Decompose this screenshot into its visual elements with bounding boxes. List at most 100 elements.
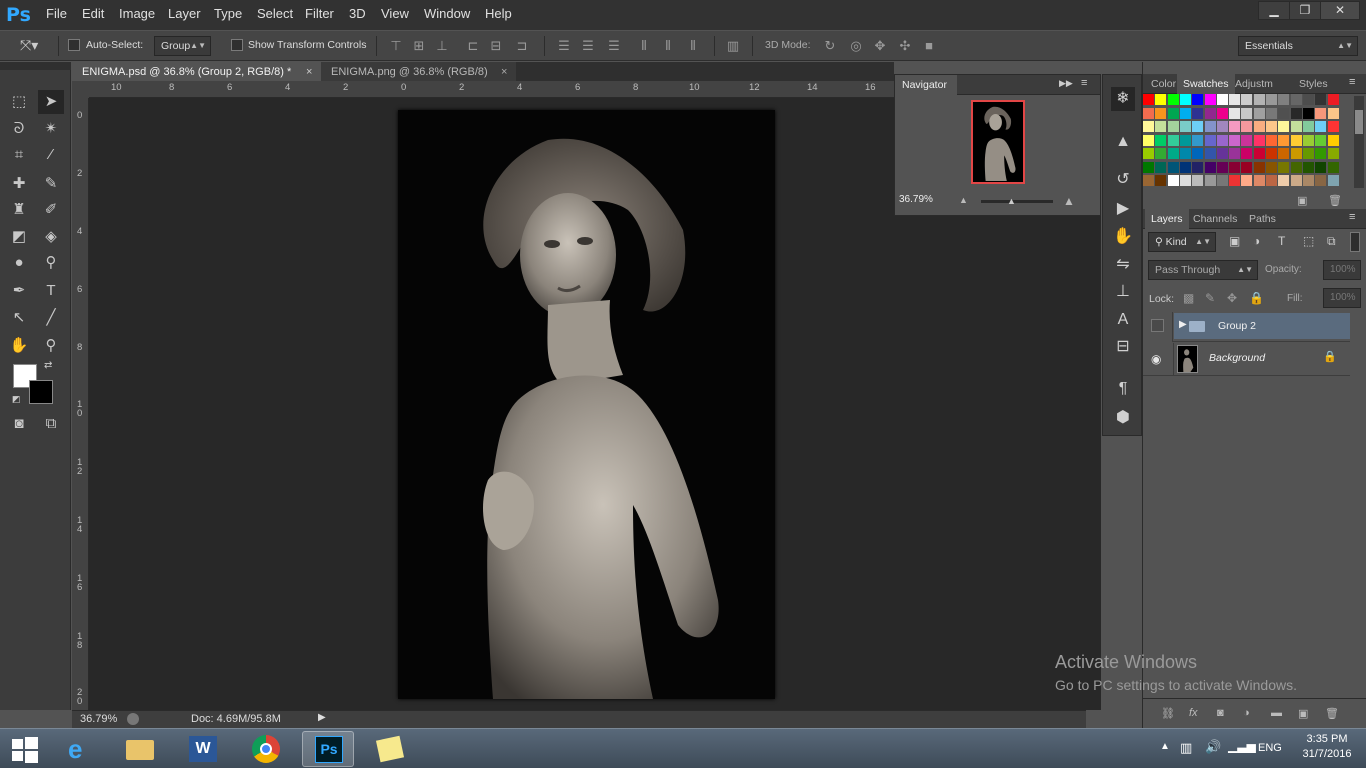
move-tool-preset-icon[interactable]: ⤧▾ — [20, 37, 38, 54]
expand-arrow-icon[interactable]: ▶ — [1179, 319, 1187, 330]
swatch[interactable] — [1327, 148, 1339, 159]
network-icon[interactable]: ▥ — [1180, 740, 1192, 756]
distribute-right-icon[interactable]: ⫴ — [685, 38, 701, 54]
menu-file[interactable]: File — [46, 6, 67, 22]
3d-rotate-icon[interactable]: ↻ — [822, 38, 838, 54]
swap-colors-icon[interactable]: ⇄ — [44, 360, 52, 371]
navigator-thumbnail[interactable] — [971, 100, 1025, 184]
distribute-top-icon[interactable]: ☰ — [556, 38, 572, 54]
swatch[interactable] — [1167, 148, 1179, 159]
swatch[interactable] — [1155, 94, 1167, 105]
lasso-tool-icon[interactable]: ᘐ — [6, 117, 32, 141]
new-layer-icon[interactable]: ▣ — [1298, 707, 1308, 720]
swatch[interactable] — [1266, 148, 1277, 159]
swatch[interactable] — [1192, 107, 1204, 119]
swatches-scrollbar[interactable] — [1354, 96, 1364, 188]
swatch[interactable] — [1192, 134, 1204, 146]
swatch[interactable] — [1278, 148, 1290, 159]
swatch[interactable] — [1216, 134, 1228, 146]
swatch[interactable] — [1155, 175, 1167, 186]
tab-enigma-png[interactable]: ENIGMA.png @ 36.8% (RGB/8) × — [321, 62, 516, 82]
menu-window[interactable]: Window — [424, 6, 470, 22]
layer-row-group2[interactable]: ▶ Group 2 — [1143, 312, 1350, 342]
swatch[interactable] — [1179, 134, 1191, 146]
swatch[interactable] — [1290, 107, 1302, 119]
lock-pixels-icon[interactable]: ▩ — [1183, 291, 1194, 305]
maximize-button[interactable]: ❐ — [1289, 1, 1321, 20]
language-indicator[interactable]: ENG — [1258, 742, 1282, 754]
brush-presets-icon[interactable]: ✋ — [1111, 225, 1135, 249]
swatch[interactable] — [1143, 161, 1154, 173]
filter-type-icon[interactable]: T — [1278, 234, 1285, 248]
swatch[interactable] — [1143, 107, 1154, 119]
tab-styles[interactable]: Styles — [1293, 74, 1334, 94]
swatch[interactable] — [1290, 148, 1302, 159]
clone-source-icon[interactable]: ⊥ — [1111, 280, 1135, 304]
zoom-in-icon[interactable]: ▲ — [1063, 194, 1075, 208]
filter-pixel-icon[interactable]: ▣ — [1229, 234, 1240, 248]
swatch[interactable] — [1167, 121, 1179, 132]
swatch[interactable] — [1192, 94, 1204, 105]
align-bottom-icon[interactable]: ⊥ — [434, 38, 450, 54]
swatch[interactable] — [1204, 148, 1216, 159]
opacity-field[interactable]: 100% — [1323, 260, 1361, 280]
filter-adjust-icon[interactable]: ◑ — [1253, 234, 1260, 248]
swatch[interactable] — [1204, 121, 1216, 132]
swatch[interactable] — [1266, 107, 1277, 119]
swatch[interactable] — [1302, 107, 1314, 119]
path-select-icon[interactable]: ↖ — [6, 306, 32, 330]
swatch[interactable] — [1290, 121, 1302, 132]
status-icon[interactable] — [127, 713, 139, 725]
swatch[interactable] — [1143, 175, 1154, 186]
swatch[interactable] — [1204, 175, 1216, 186]
new-swatch-icon[interactable]: ▣ — [1297, 194, 1307, 207]
close-icon[interactable]: × — [306, 62, 312, 82]
paragraph-styles-icon[interactable]: ⊟ — [1111, 335, 1135, 359]
dodge-tool-icon[interactable]: ⚲ — [38, 251, 64, 275]
align-hcenter-icon[interactable]: ⊟ — [488, 38, 504, 54]
magic-wand-icon[interactable]: ✴ — [38, 117, 64, 141]
swatch[interactable] — [1327, 121, 1339, 132]
swatch[interactable] — [1266, 121, 1277, 132]
sticky-notes-button[interactable] — [364, 731, 416, 767]
canvas-area-right[interactable] — [894, 216, 1101, 710]
internet-explorer-button[interactable]: e — [56, 731, 108, 767]
swatch[interactable] — [1229, 134, 1241, 146]
filter-smart-icon[interactable]: ⧉ — [1327, 234, 1336, 249]
3d-icon[interactable]: ⬢ — [1111, 406, 1135, 430]
swatch[interactable] — [1155, 134, 1167, 146]
3d-slide-icon[interactable]: ✣ — [897, 38, 913, 54]
swatch[interactable] — [1327, 107, 1339, 119]
swatch[interactable] — [1266, 161, 1277, 173]
swatch[interactable] — [1179, 121, 1191, 132]
layer-row-background[interactable]: ◉ Background 🔒 — [1143, 343, 1350, 376]
new-group-icon[interactable]: ▬ — [1271, 707, 1282, 719]
file-explorer-button[interactable] — [114, 731, 166, 767]
swatch[interactable] — [1143, 134, 1154, 146]
menu-3d[interactable]: 3D — [349, 6, 366, 22]
fill-field[interactable]: 100% — [1323, 288, 1361, 308]
distribute-hcenter-icon[interactable]: ⫴ — [660, 38, 676, 54]
swatch[interactable] — [1266, 134, 1277, 146]
swatch[interactable] — [1241, 94, 1253, 105]
swatch[interactable] — [1216, 107, 1228, 119]
navigator-tab[interactable]: Navigator — [895, 75, 957, 95]
eraser-tool-icon[interactable]: ◩ — [6, 225, 32, 249]
show-transform-checkbox[interactable] — [231, 39, 243, 51]
swatch[interactable] — [1143, 94, 1154, 105]
start-button[interactable] — [0, 731, 50, 767]
workspace-dropdown[interactable]: Essentials ▲▼ — [1238, 36, 1358, 56]
tab-adjustments[interactable]: Adjustm — [1229, 74, 1279, 94]
mask-icon[interactable]: ◙ — [1217, 707, 1224, 719]
swatch[interactable] — [1204, 107, 1216, 119]
swatch[interactable] — [1143, 148, 1154, 159]
align-right-icon[interactable]: ⊐ — [514, 38, 530, 54]
swatch[interactable] — [1327, 134, 1339, 146]
panel-menu-icon[interactable]: ≡ — [1081, 77, 1087, 89]
swatch[interactable] — [1216, 148, 1228, 159]
blend-mode-dropdown[interactable]: Pass Through ▲▼ — [1148, 260, 1258, 280]
auto-align-icon[interactable]: ▥ — [725, 38, 741, 54]
swatch[interactable] — [1253, 161, 1265, 173]
swatch[interactable] — [1155, 161, 1167, 173]
character-icon[interactable]: A — [1111, 308, 1135, 332]
